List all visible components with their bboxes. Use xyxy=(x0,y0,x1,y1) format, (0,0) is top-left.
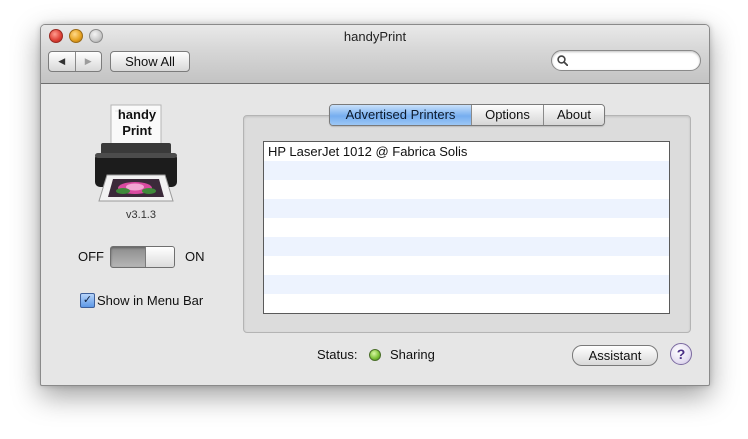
logo-text-top: handy xyxy=(117,107,157,122)
back-arrow-icon: ◀ xyxy=(58,56,66,66)
back-button[interactable]: ◀ xyxy=(49,52,75,71)
search-icon xyxy=(557,54,569,69)
forward-button[interactable]: ▶ xyxy=(74,52,102,71)
printer-list[interactable]: HP LaserJet 1012 @ Fabrica Solis xyxy=(263,141,670,314)
empty-row xyxy=(264,180,669,199)
show-in-menu-bar-checkbox[interactable]: ✓ xyxy=(80,293,95,308)
on-off-switch[interactable] xyxy=(110,246,175,268)
tab-bar: Advertised Printers Options About xyxy=(329,104,605,126)
show-in-menu-bar-label[interactable]: Show in Menu Bar xyxy=(97,293,203,308)
navigation-segment: ◀ ▶ xyxy=(48,51,102,72)
status-value: Sharing xyxy=(390,347,435,362)
switch-knob[interactable] xyxy=(145,247,174,267)
empty-row xyxy=(264,294,669,313)
window-title: handyPrint xyxy=(343,29,407,44)
switch-off-label: OFF xyxy=(78,249,104,264)
title-bar: handyPrint ◀ ▶ Show All xyxy=(41,25,709,84)
empty-row xyxy=(264,218,669,237)
empty-row xyxy=(264,237,669,256)
empty-row xyxy=(264,256,669,275)
checkmark-icon: ✓ xyxy=(82,294,93,306)
empty-row xyxy=(264,199,669,218)
search-field[interactable] xyxy=(551,50,701,71)
help-button[interactable]: ? xyxy=(670,343,692,365)
empty-row xyxy=(264,161,669,180)
handyprint-logo: handy Print xyxy=(93,103,179,207)
search-input[interactable] xyxy=(574,52,696,70)
switch-on-label: ON xyxy=(185,249,205,264)
tab-advertised-printers[interactable]: Advertised Printers xyxy=(330,105,471,125)
help-icon: ? xyxy=(676,346,686,362)
empty-row xyxy=(264,275,669,294)
status-label: Status: xyxy=(317,347,358,362)
status-indicator-icon xyxy=(369,349,381,361)
tab-options[interactable]: Options xyxy=(471,105,543,125)
tab-about[interactable]: About xyxy=(543,105,604,125)
printer-row[interactable]: HP LaserJet 1012 @ Fabrica Solis xyxy=(264,142,669,161)
version-label: v3.1.3 xyxy=(126,209,156,221)
logo-text-bottom: Print xyxy=(122,123,152,138)
preferences-window: handyPrint ◀ ▶ Show All handy Print v3.1… xyxy=(40,24,710,386)
show-all-button[interactable]: Show All xyxy=(110,51,190,72)
forward-arrow-icon: ▶ xyxy=(84,56,92,66)
assistant-button[interactable]: Assistant xyxy=(572,345,658,366)
